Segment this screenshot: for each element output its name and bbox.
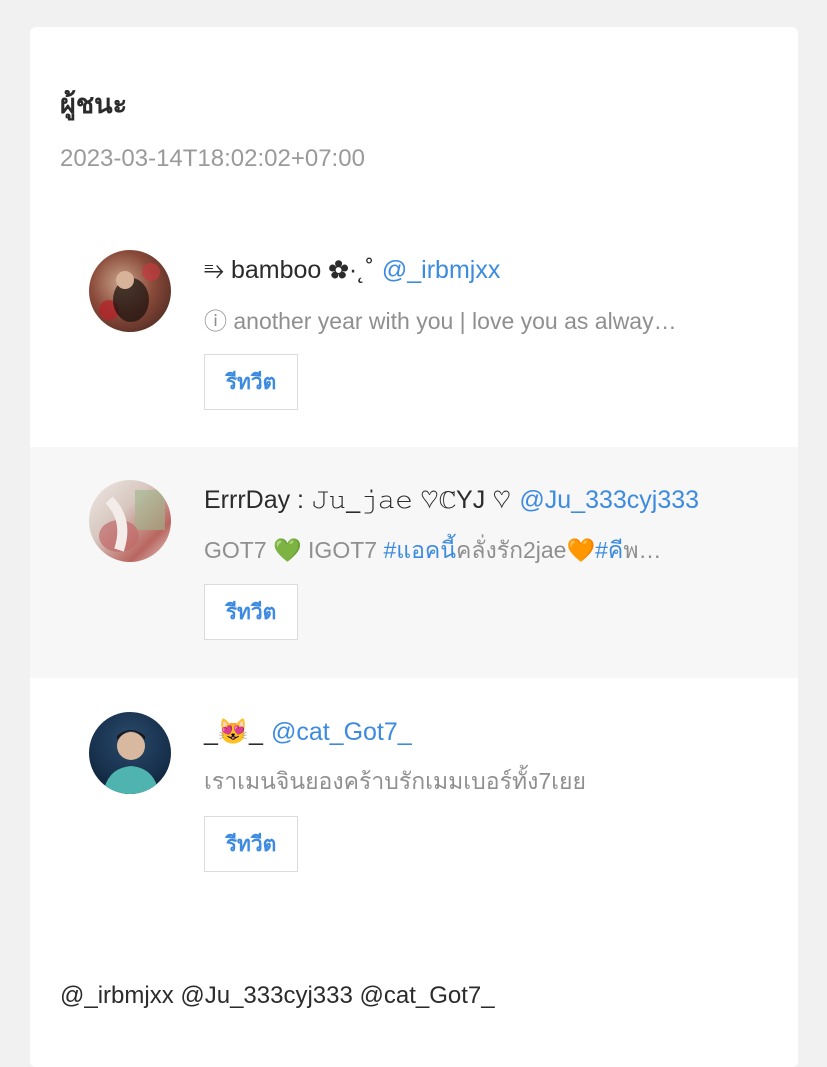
user-bio: ⓘ another year with you | love you as al… bbox=[204, 308, 677, 334]
user-name-line: ErrrDay : 𝙹𝚞_𝚓𝚊𝚎 ♡ℂYJ ♡ @Ju_333cyj333 bbox=[204, 486, 699, 515]
hashtag-link[interactable]: #แอคน bbox=[383, 537, 456, 563]
retweet-button[interactable]: รีทวีต bbox=[204, 354, 298, 410]
avatar[interactable] bbox=[89, 250, 171, 332]
user-handle-link[interactable]: @Ju_333cyj333 bbox=[519, 486, 699, 514]
user-handle-link[interactable]: @_irbmjxx bbox=[382, 256, 500, 284]
bio-text: GOT7 💚 IGOT7 bbox=[204, 537, 384, 563]
timestamp: 2023-03-14T18:02:02+07:00 bbox=[60, 145, 365, 172]
winner-row: _😻_ @cat_Got7_ เราเมนจินยองคร้าบรักเมมเบอ… bbox=[30, 678, 798, 908]
user-bio: เราเมนจินยองคร้าบรักเมมเบอร์ทั้ง7เยย bbox=[204, 768, 586, 794]
display-name: _😻_ bbox=[204, 718, 263, 746]
bio-text: ี้คลั่งรัก2jae🧡 bbox=[456, 537, 596, 563]
user-bio: GOT7 💚 IGOT7 #แอคนี้คลั่งรัก2jae🧡#คีพ… bbox=[204, 533, 744, 569]
display-name: ⥱ bamboo ✿·˛˚ bbox=[204, 256, 374, 284]
hashtag-link[interactable]: #ค bbox=[595, 537, 623, 563]
avatar[interactable] bbox=[89, 712, 171, 794]
user-name-line: _😻_ @cat_Got7_ bbox=[204, 718, 412, 747]
avatar[interactable] bbox=[89, 480, 171, 562]
display-name: ErrrDay : 𝙹𝚞_𝚓𝚊𝚎 ♡ℂYJ ♡ bbox=[204, 486, 512, 514]
winner-row: ⥱ bamboo ✿·˛˚ @_irbmjxx ⓘ another year wi… bbox=[30, 218, 798, 447]
retweet-button[interactable]: รีทวีต bbox=[204, 584, 298, 640]
page-title: ผู้ชนะ bbox=[60, 89, 128, 120]
user-name-line: ⥱ bamboo ✿·˛˚ @_irbmjxx bbox=[204, 256, 500, 285]
bio-text: ีพ… bbox=[623, 537, 662, 563]
winner-row: ErrrDay : 𝙹𝚞_𝚓𝚊𝚎 ♡ℂYJ ♡ @Ju_333cyj333 GOT… bbox=[30, 447, 798, 678]
user-handle-link[interactable]: @cat_Got7_ bbox=[271, 718, 412, 746]
mentions-text: @_irbmjxx @Ju_333cyj333 @cat_Got7_ bbox=[60, 982, 495, 1009]
retweet-button[interactable]: รีทวีต bbox=[204, 816, 298, 872]
